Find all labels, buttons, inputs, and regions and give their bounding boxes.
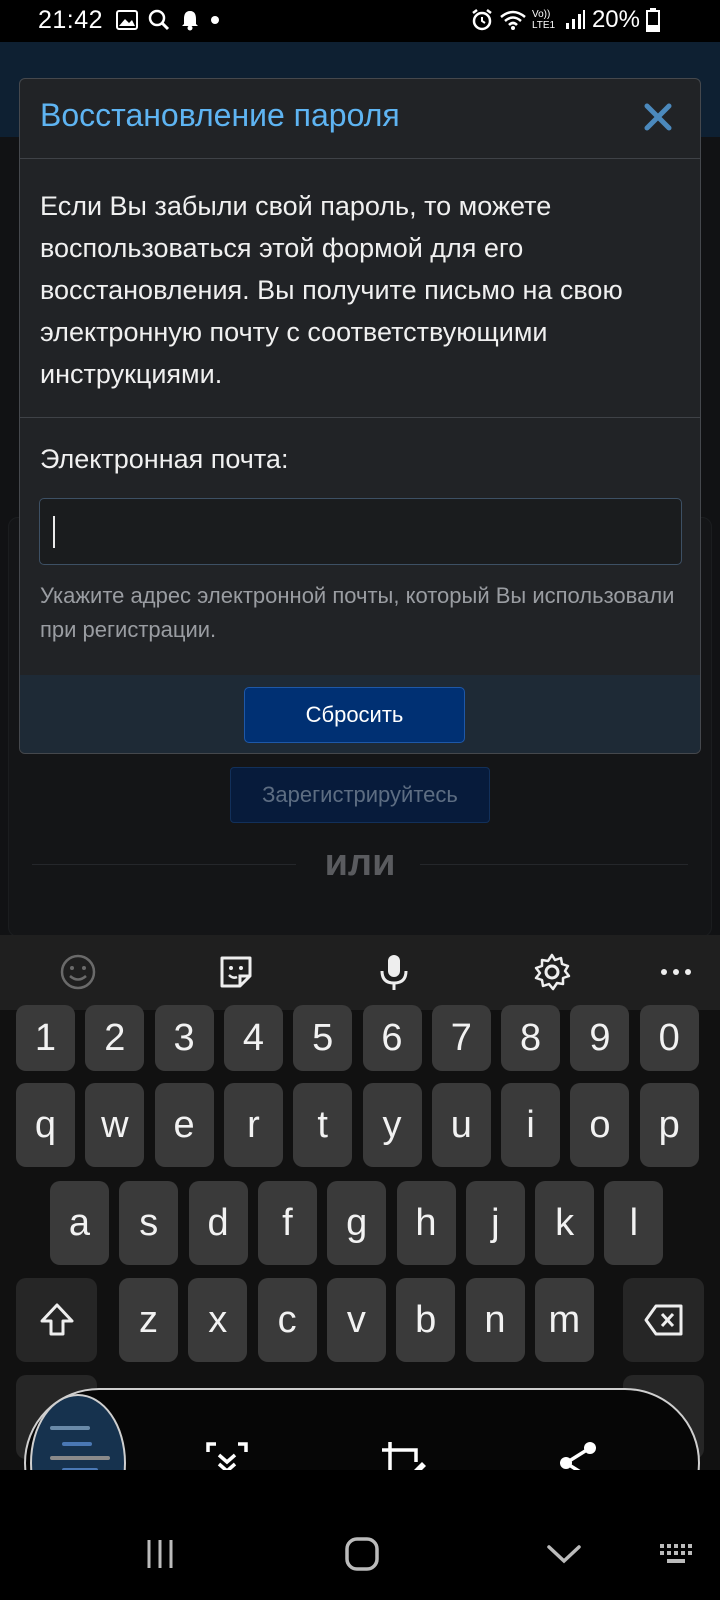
key-y[interactable]: y	[362, 1083, 422, 1167]
modal-footer: Сбросить	[20, 675, 700, 753]
search-icon	[148, 9, 170, 31]
settings-gear-icon[interactable]	[532, 952, 572, 992]
key-4[interactable]: 4	[223, 1005, 283, 1071]
key-o[interactable]: o	[570, 1083, 630, 1167]
wifi-icon	[500, 10, 526, 30]
signal-icon	[565, 10, 585, 29]
key-9[interactable]: 9	[570, 1005, 630, 1071]
key-j[interactable]: j	[465, 1181, 525, 1265]
key-b[interactable]: b	[396, 1278, 456, 1362]
key-x[interactable]: x	[188, 1278, 248, 1362]
text-caret	[53, 516, 55, 548]
key-i[interactable]: i	[501, 1083, 561, 1167]
key-0[interactable]: 0	[639, 1005, 699, 1071]
key-w[interactable]: w	[85, 1083, 145, 1167]
image-icon	[116, 10, 138, 30]
battery-percent: 20%	[591, 6, 640, 33]
recents-icon[interactable]	[144, 1538, 176, 1570]
backspace-icon	[644, 1304, 682, 1336]
key-5[interactable]: 5	[293, 1005, 353, 1071]
home-icon[interactable]	[344, 1536, 380, 1572]
more-icon[interactable]	[656, 952, 696, 992]
modal-description: Если Вы забыли свой пароль, то можете во…	[40, 191, 623, 389]
key-p[interactable]: p	[639, 1083, 699, 1167]
key-u[interactable]: u	[431, 1083, 491, 1167]
volte-icon: Vo)) LTE1	[531, 9, 556, 31]
email-label: Электронная почта:	[40, 444, 289, 474]
status-bar: 21:42 Vo)) LTE1 20%	[0, 0, 720, 42]
emoji-icon[interactable]	[58, 952, 98, 992]
battery-icon	[646, 8, 660, 32]
navigation-bar	[0, 1470, 720, 1600]
close-icon[interactable]	[638, 97, 678, 137]
modal-title: Восстановление пароля	[40, 97, 400, 133]
bell-icon	[182, 11, 198, 31]
email-hint: Укажите адрес электронной почты, который…	[40, 583, 675, 642]
modal-header: Восстановление пароля	[20, 79, 700, 159]
shift-icon	[40, 1303, 73, 1336]
keyboard-toolbar	[0, 935, 720, 1010]
backspace-key[interactable]	[623, 1278, 704, 1362]
key-r[interactable]: r	[223, 1083, 283, 1167]
back-icon[interactable]	[546, 1542, 582, 1566]
dot-icon	[211, 16, 219, 24]
key-1[interactable]: 1	[16, 1005, 75, 1071]
sticker-icon[interactable]	[216, 952, 256, 992]
key-v[interactable]: v	[326, 1278, 386, 1362]
key-7[interactable]: 7	[431, 1005, 491, 1071]
key-e[interactable]: e	[154, 1083, 214, 1167]
key-n[interactable]: n	[465, 1278, 525, 1362]
key-q[interactable]: q	[16, 1083, 75, 1167]
key-6[interactable]: 6	[362, 1005, 422, 1071]
key-z[interactable]: z	[119, 1278, 178, 1362]
email-field[interactable]	[39, 498, 682, 565]
modal-divider	[20, 417, 700, 418]
key-8[interactable]: 8	[501, 1005, 561, 1071]
key-h[interactable]: h	[396, 1181, 456, 1265]
key-m[interactable]: m	[534, 1278, 594, 1362]
key-f[interactable]: f	[257, 1181, 317, 1265]
key-k[interactable]: k	[535, 1181, 595, 1265]
key-c[interactable]: c	[257, 1278, 317, 1362]
keyboard-switch-icon[interactable]	[658, 1542, 698, 1566]
password-recovery-modal: Восстановление пароля Если Вы забыли сво…	[19, 78, 701, 754]
key-2[interactable]: 2	[85, 1005, 145, 1071]
key-3[interactable]: 3	[154, 1005, 214, 1071]
alarm-icon	[472, 9, 492, 31]
key-g[interactable]: g	[327, 1181, 387, 1265]
key-d[interactable]: d	[188, 1181, 248, 1265]
key-a[interactable]: a	[50, 1181, 109, 1265]
key-l[interactable]: l	[604, 1181, 664, 1265]
reset-button[interactable]: Сбросить	[244, 687, 465, 743]
shift-key[interactable]	[16, 1278, 97, 1362]
key-t[interactable]: t	[293, 1083, 353, 1167]
microphone-icon[interactable]	[374, 952, 414, 992]
key-s[interactable]: s	[119, 1181, 179, 1265]
status-time: 21:42	[38, 6, 104, 34]
